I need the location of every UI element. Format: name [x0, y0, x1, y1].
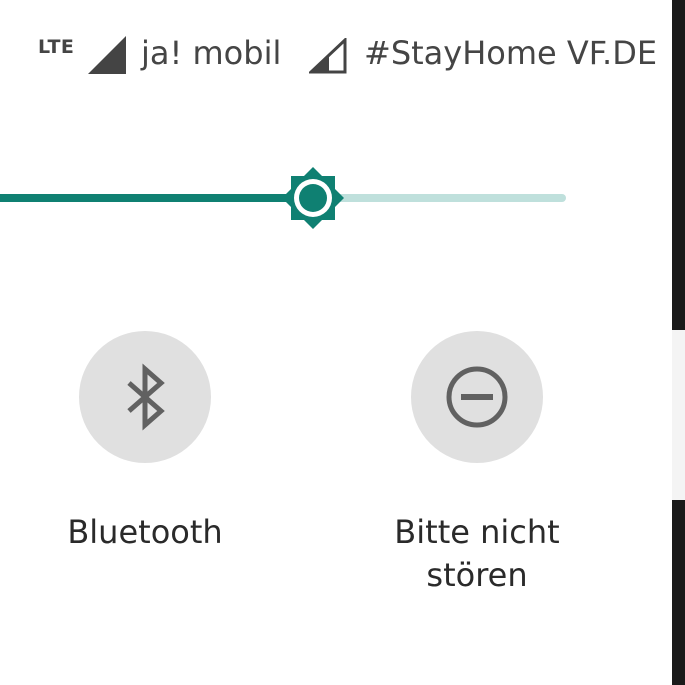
brightness-icon[interactable] [280, 165, 346, 235]
do-not-disturb-toggle[interactable] [411, 331, 543, 463]
brightness-track-empty[interactable] [320, 194, 566, 202]
network-type-label: LTE [38, 36, 75, 58]
carrier-name-2: #StayHome VF.DE [364, 34, 658, 72]
bluetooth-label: Bluetooth [67, 513, 223, 551]
signal-weak-icon [307, 36, 347, 78]
do-not-disturb-label: Bitte nicht stören [357, 511, 597, 597]
bluetooth-icon [79, 331, 211, 467]
quick-settings-panel: LTE ja! mobil #StayHome VF.DE Bluetooth … [0, 0, 672, 685]
background-app-edge-light [672, 330, 685, 500]
do-not-disturb-label-line1: Bitte nicht [394, 513, 560, 551]
bluetooth-tile[interactable]: Bluetooth [25, 331, 265, 554]
signal-full-icon [88, 36, 126, 78]
carrier-name-1: ja! mobil [141, 34, 282, 72]
bluetooth-toggle[interactable] [79, 331, 211, 463]
status-bar: LTE ja! mobil #StayHome VF.DE [0, 28, 672, 88]
do-not-disturb-icon [411, 331, 543, 467]
brightness-track-filled[interactable] [0, 194, 300, 202]
brightness-slider[interactable] [0, 165, 672, 235]
do-not-disturb-tile[interactable]: Bitte nicht stören [357, 331, 597, 597]
do-not-disturb-label-line2: stören [426, 556, 528, 594]
